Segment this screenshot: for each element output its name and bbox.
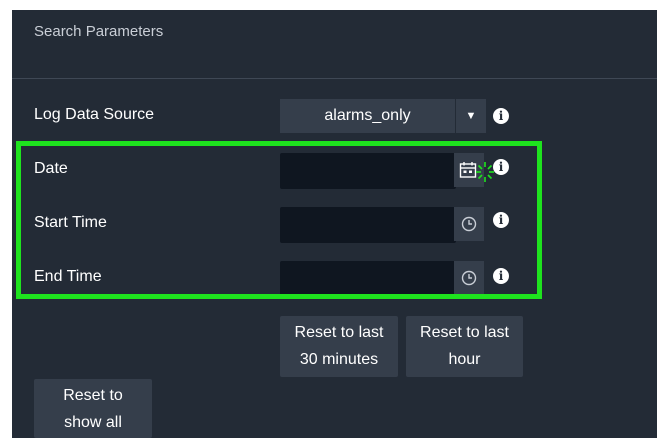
clock-icon bbox=[461, 216, 477, 232]
end-time-clock-button[interactable] bbox=[454, 261, 484, 295]
info-icon[interactable]: i bbox=[493, 159, 509, 175]
reset-last-hour-button[interactable]: Reset to last hour bbox=[406, 316, 523, 377]
end-time-input[interactable] bbox=[280, 261, 456, 297]
info-icon[interactable]: i bbox=[493, 268, 509, 284]
reset-last-30-minutes-button[interactable]: Reset to last 30 minutes bbox=[280, 316, 398, 377]
start-time-input[interactable] bbox=[280, 207, 456, 243]
log-data-source-label: Log Data Source bbox=[34, 106, 155, 123]
clock-icon bbox=[461, 270, 477, 286]
start-time-clock-button[interactable] bbox=[454, 207, 484, 241]
log-data-source-select[interactable]: alarms_only bbox=[280, 99, 455, 133]
date-input[interactable] bbox=[280, 153, 456, 189]
dropdown-arrow-icon[interactable]: ▼ bbox=[456, 99, 486, 133]
reset-show-all-button[interactable]: Reset to show all bbox=[34, 379, 152, 438]
info-icon[interactable]: i bbox=[493, 212, 509, 228]
end-time-label: End Time bbox=[34, 268, 102, 285]
panel-header: Search Parameters bbox=[12, 10, 657, 79]
panel-title: Search Parameters bbox=[34, 23, 164, 40]
info-icon[interactable]: i bbox=[493, 108, 509, 124]
log-data-source-value: alarms_only bbox=[324, 107, 411, 124]
start-time-label: Start Time bbox=[34, 214, 107, 231]
search-parameters-panel: Search Parameters Log Data Source alarms… bbox=[12, 10, 657, 438]
date-label: Date bbox=[34, 160, 68, 177]
